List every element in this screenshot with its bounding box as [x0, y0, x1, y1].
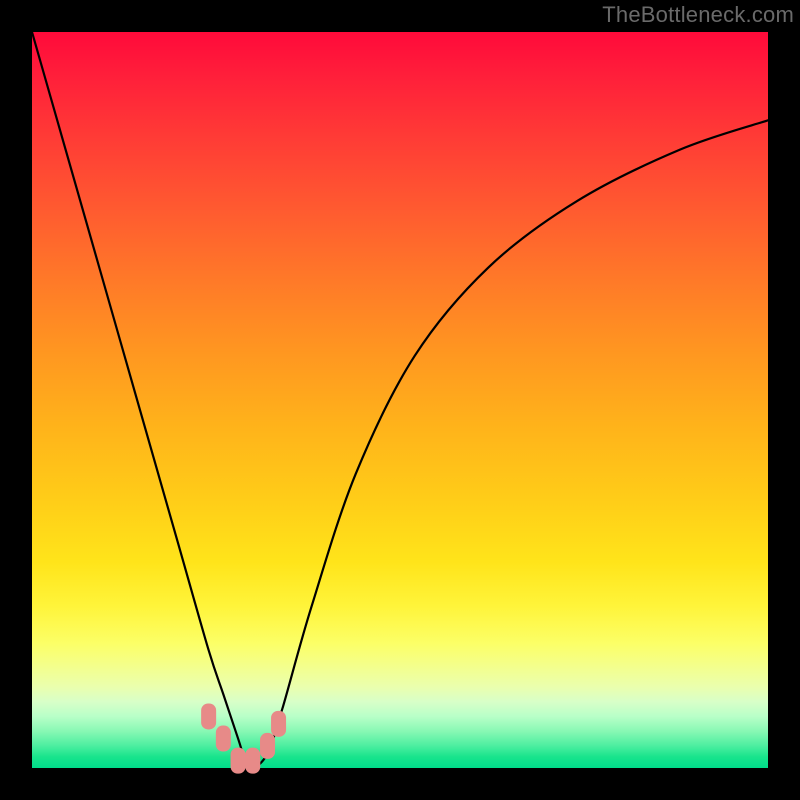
- curve-marker: [216, 726, 231, 752]
- curve-marker: [201, 703, 216, 729]
- curve-marker: [260, 733, 275, 759]
- bottleneck-chart: [32, 32, 768, 768]
- outer-frame: TheBottleneck.com: [0, 0, 800, 800]
- curve-marker: [231, 748, 246, 774]
- bottleneck-curve-line: [32, 32, 768, 768]
- watermark-text: TheBottleneck.com: [602, 2, 794, 28]
- curve-marker: [245, 748, 260, 774]
- curve-markers: [201, 703, 286, 773]
- plot-area: [32, 32, 768, 768]
- curve-marker: [271, 711, 286, 737]
